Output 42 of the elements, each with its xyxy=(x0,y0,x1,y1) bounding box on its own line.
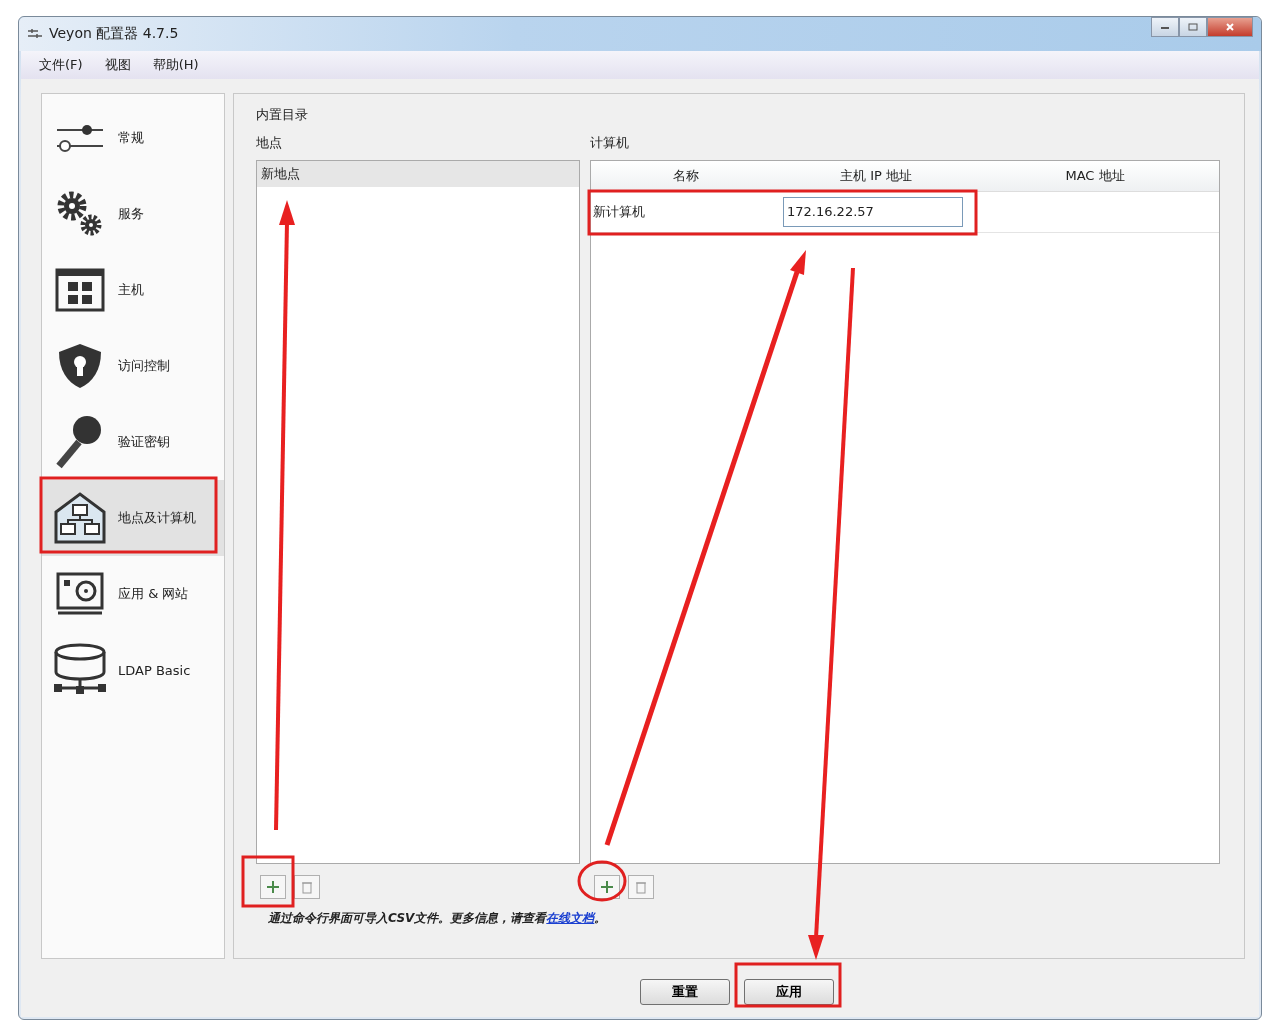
help-note: 通过命令行界面可导入CSV文件。更多信息，请查看在线文档。 xyxy=(267,910,608,927)
table-cell-text: 新计算机 xyxy=(592,203,646,221)
add-button[interactable] xyxy=(594,875,620,899)
highlight-circle xyxy=(577,860,627,902)
section-title: 内置目录 xyxy=(256,106,309,124)
add-button[interactable] xyxy=(260,875,286,899)
locations-heading: 地点 xyxy=(256,134,283,152)
cell-editor-field[interactable]: 172.16.22.57 xyxy=(783,197,963,227)
sidebar-item[interactable]: 验证密钥 xyxy=(42,404,224,480)
sidebar-item[interactable]: 服务 xyxy=(42,176,224,252)
window-title: Veyon 配置器 4.7.5 xyxy=(49,25,179,43)
trash-icon xyxy=(635,880,647,894)
delete-button[interactable] xyxy=(628,875,654,899)
sidebar-item[interactable]: 应用 & 网站 xyxy=(42,556,224,632)
sidebar-item[interactable]: 常规 xyxy=(42,100,224,176)
maximize-icon xyxy=(1188,23,1198,31)
close-button[interactable] xyxy=(1207,17,1253,37)
column-header[interactable]: 主机 IP 地址 xyxy=(781,161,971,191)
plus-icon xyxy=(600,880,614,894)
sidebar-item[interactable]: 地点及计算机 xyxy=(42,480,224,556)
column-header[interactable]: 名称 xyxy=(591,161,781,191)
plus-icon xyxy=(266,880,280,894)
menu-item[interactable]: 视图 xyxy=(104,56,131,74)
column-header[interactable]: MAC 地址 xyxy=(971,161,1219,191)
delete-button[interactable] xyxy=(294,875,320,899)
menu-item[interactable]: 文件(F) xyxy=(39,56,83,74)
minimize-icon xyxy=(1160,24,1170,30)
apply-button[interactable]: 应用 xyxy=(744,979,834,1005)
highlight-frame xyxy=(241,855,295,908)
sidebar-item[interactable]: 访问控制 xyxy=(42,328,224,404)
close-icon xyxy=(1225,22,1235,32)
trash-icon xyxy=(301,880,313,894)
location-item[interactable]: 新地点 xyxy=(257,161,579,187)
sidebar-item[interactable]: LDAP Basic xyxy=(42,632,224,708)
sidebar-item[interactable]: 主机 xyxy=(42,252,224,328)
reset-button[interactable]: 重置 xyxy=(640,979,730,1005)
computers-heading: 计算机 xyxy=(590,134,630,152)
house-network-icon xyxy=(52,490,108,546)
docs-link[interactable]: 在线文档 xyxy=(546,911,595,925)
minimize-button[interactable] xyxy=(1151,17,1179,37)
menu-item[interactable]: 帮助(H) xyxy=(152,56,199,74)
app-icon xyxy=(27,27,43,41)
